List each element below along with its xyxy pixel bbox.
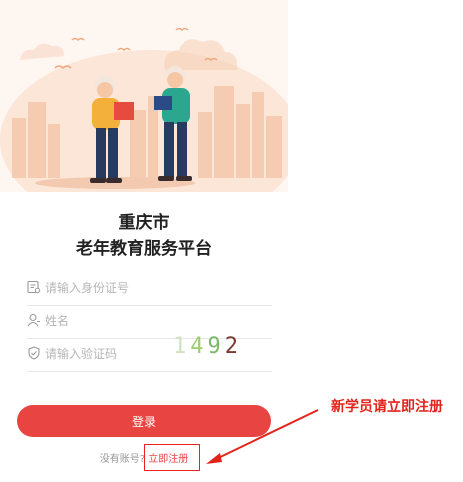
register-prompt-text: 没有账号? — [99, 454, 146, 465]
elderly-reading-illustration — [0, 0, 288, 192]
id-number-input[interactable] — [45, 277, 195, 299]
captcha-digit: 4 — [190, 334, 208, 359]
register-highlight-box — [144, 444, 200, 471]
id-card-icon — [27, 280, 41, 294]
id-number-field — [27, 273, 272, 306]
login-screen: 重庆市 老年教育服务平台 1492 登录 没有账号 — [0, 0, 288, 482]
captcha-digit: 2 — [224, 334, 242, 359]
user-icon — [27, 313, 40, 327]
page-title-platform: 老年教育服务平台 — [0, 234, 288, 259]
page-title-city: 重庆市 — [118, 213, 170, 233]
captcha-digit: 9 — [207, 334, 225, 359]
hero-illustration — [0, 0, 288, 192]
captcha-image[interactable]: 1492 — [173, 334, 283, 368]
login-button[interactable]: 登录 — [17, 405, 271, 437]
shield-check-icon — [28, 346, 40, 360]
name-input[interactable] — [45, 310, 195, 332]
page-title-platform-text: 老年教育服务平台 — [70, 234, 218, 259]
verification-code-field: 1492 — [27, 334, 272, 372]
annotation-text: 新学员请立即注册 — [331, 399, 443, 415]
captcha-digit: 1 — [173, 334, 191, 359]
